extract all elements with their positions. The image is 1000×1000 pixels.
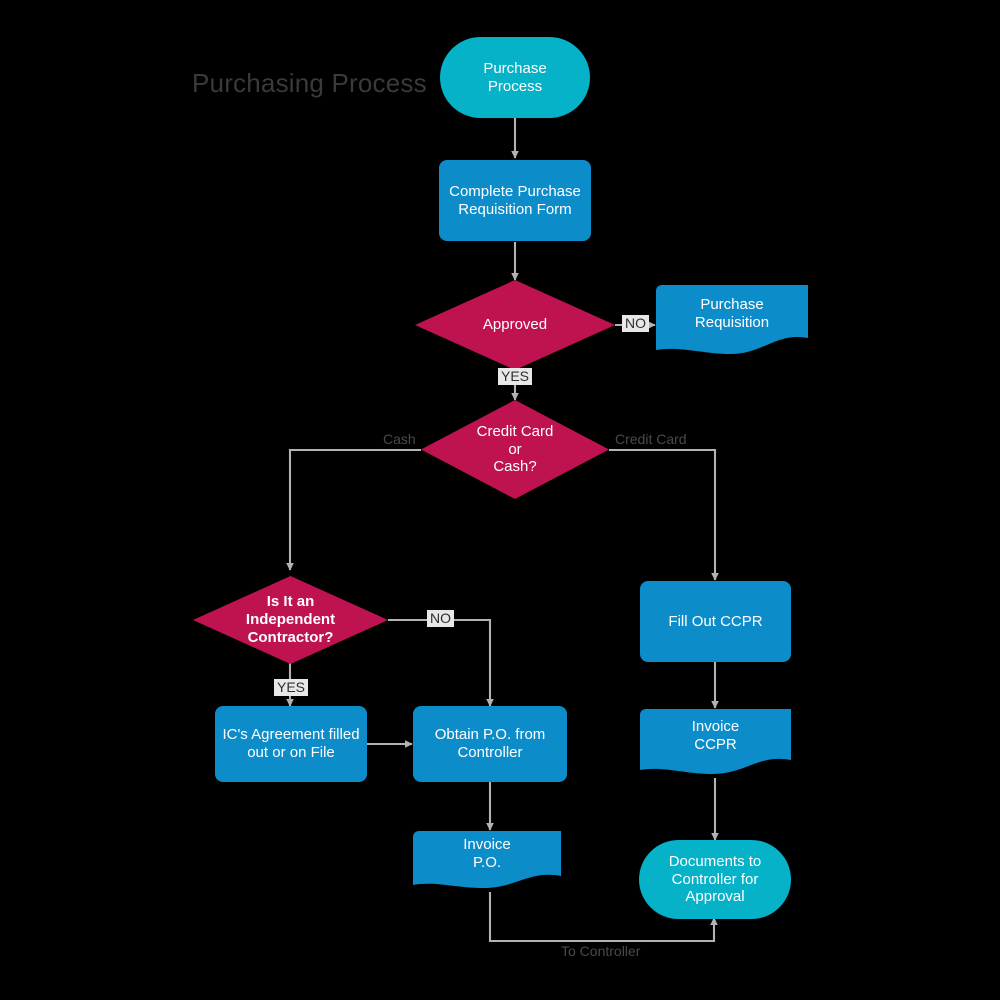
node-obtain-po-from-controller[interactable]: Obtain P.O. from Controller <box>413 706 567 782</box>
node-label: Invoice CCPR <box>691 718 740 753</box>
edge-label-approved-yes: YES <box>498 368 533 386</box>
node-label: Obtain P.O. from Controller <box>434 726 546 761</box>
node-ics-agreement-filled-out-or-on-file[interactable]: IC's Agreement filled out or on File <box>215 706 367 782</box>
node-label: Purchase Process <box>483 59 547 95</box>
edge-label-to-controller: To Controller <box>561 943 641 959</box>
node-label: Fill Out CCPR <box>668 612 763 630</box>
edge-label-approved-no: NO <box>622 315 649 333</box>
flowchart-canvas: Purchasing Process Purchase Process Comp… <box>0 0 1000 1000</box>
node-purchase-process[interactable]: Purchase Process <box>440 37 590 118</box>
edge-creditcard-branch <box>609 448 719 581</box>
node-documents-to-controller-for-approval[interactable]: Documents to Controller for Approval <box>639 840 791 919</box>
node-invoice-ccpr-document[interactable]: Invoice CCPR <box>640 708 791 778</box>
edge-label-is-ic-no: NO <box>427 610 454 628</box>
node-label: Invoice P.O. <box>463 836 511 871</box>
node-purchase-requisition-document[interactable]: Purchase Requisition <box>656 284 808 358</box>
edge-is-ic-no <box>388 618 494 707</box>
node-is-it-an-independent-contractor-decision[interactable]: Is It an Independent Contractor? <box>193 576 388 664</box>
node-label: Is It an Independent Contractor? <box>245 593 336 646</box>
node-approved-decision[interactable]: Approved <box>415 280 615 370</box>
node-label: Approved <box>482 316 548 334</box>
edge-label-cash: Cash <box>383 431 416 447</box>
node-invoice-po-document[interactable]: Invoice P.O. <box>413 830 561 892</box>
node-credit-card-or-cash-decision[interactable]: Credit Card or Cash? <box>421 400 609 499</box>
page-title: Purchasing Process <box>192 68 427 98</box>
node-label: Purchase Requisition <box>694 296 770 331</box>
node-label: IC's Agreement filled out or on File <box>222 726 360 761</box>
edge-cash-branch <box>286 448 421 571</box>
node-fill-out-ccpr[interactable]: Fill Out CCPR <box>640 581 791 662</box>
node-label: Complete Purchase Requisition Form <box>449 182 581 218</box>
node-label: Credit Card or Cash? <box>476 422 554 476</box>
node-label: Documents to Controller for Approval <box>668 852 762 906</box>
edge-label-credit-card: Credit Card <box>615 431 687 447</box>
edge-label-is-ic-yes: YES <box>274 679 309 697</box>
node-complete-purchase-requisition-form[interactable]: Complete Purchase Requisition Form <box>439 160 591 241</box>
